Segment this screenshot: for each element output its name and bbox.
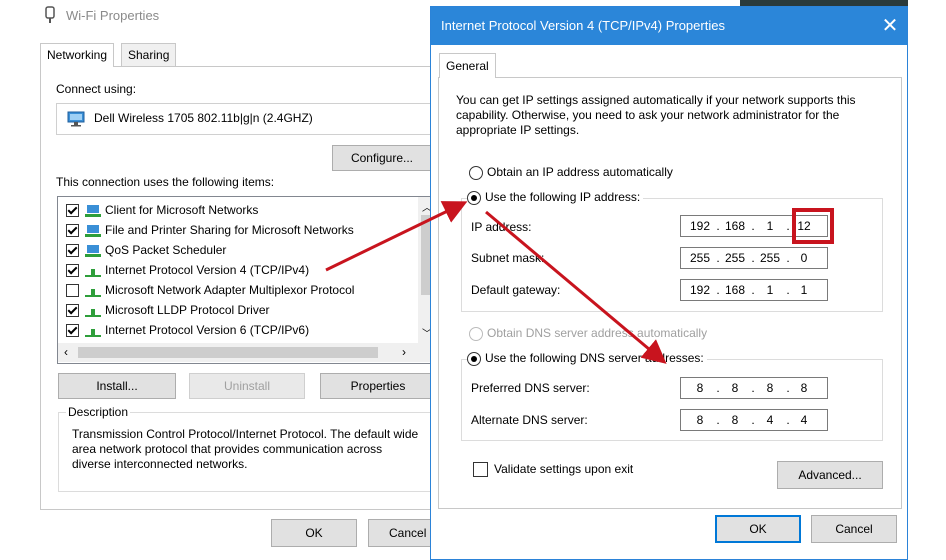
annotation-highlight-box (792, 208, 834, 244)
tab-networking[interactable]: Networking (40, 43, 115, 67)
annotation-overlay (325, 201, 834, 364)
annotation-arrow (485, 210, 667, 364)
tab-general[interactable]: General (439, 53, 496, 78)
annotation-arrow (325, 201, 468, 272)
